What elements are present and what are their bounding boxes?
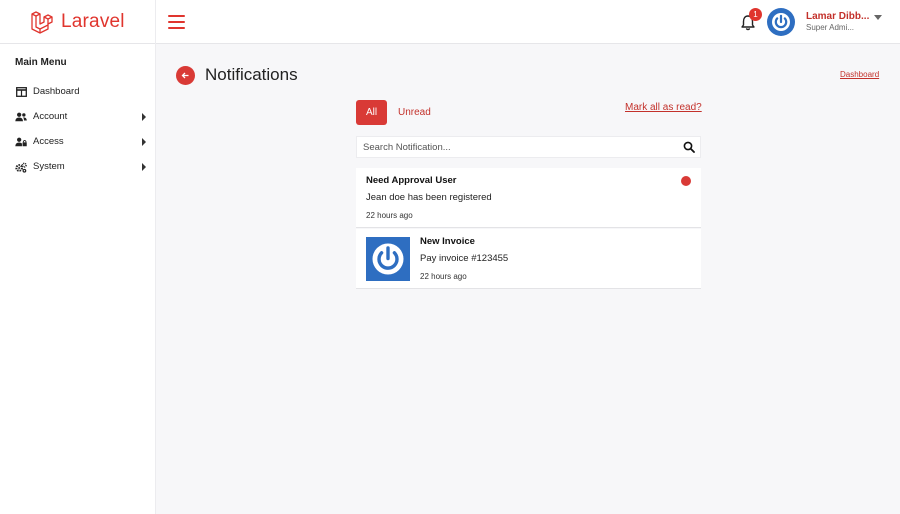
users-icon bbox=[15, 111, 27, 123]
tab-unread[interactable]: Unread bbox=[398, 107, 431, 118]
unread-dot-icon bbox=[681, 176, 691, 186]
power-icon bbox=[772, 13, 790, 31]
notification-title: New Invoice bbox=[420, 236, 475, 247]
cogs-icon bbox=[15, 161, 27, 173]
user-name[interactable]: Lamar Dibb... bbox=[806, 11, 874, 22]
top-navbar: Laravel 1 Lamar Dibb... Super Admi... bbox=[0, 0, 900, 44]
sidebar-item-dashboard[interactable]: Dashboard bbox=[0, 81, 156, 103]
notification-item[interactable]: Need Approval User Jean doe has been reg… bbox=[356, 168, 701, 228]
sidebar-toggle-icon[interactable] bbox=[168, 15, 185, 29]
sidebar-item-label: System bbox=[33, 161, 65, 172]
sidebar-item-account[interactable]: Account bbox=[0, 106, 156, 128]
notification-time: 22 hours ago bbox=[366, 211, 413, 220]
sidebar-item-label: Access bbox=[33, 136, 64, 147]
sidebar-title: Main Menu bbox=[15, 57, 67, 68]
back-button[interactable] bbox=[176, 66, 195, 85]
caret-right-icon bbox=[142, 113, 146, 121]
user-menu-caret-icon[interactable] bbox=[874, 15, 882, 20]
notification-count-badge: 1 bbox=[749, 8, 762, 21]
sidebar-item-label: Dashboard bbox=[33, 86, 80, 97]
columns-icon bbox=[15, 86, 27, 98]
mark-all-read-link[interactable]: Mark all as read? bbox=[625, 102, 702, 113]
sidebar-item-access[interactable]: Access bbox=[0, 131, 156, 153]
search-icon[interactable] bbox=[683, 141, 695, 153]
brand[interactable]: Laravel bbox=[0, 0, 156, 44]
laravel-logo-icon bbox=[31, 11, 53, 34]
search-box bbox=[356, 136, 701, 158]
breadcrumb-dashboard-link[interactable]: Dashboard bbox=[840, 70, 879, 79]
caret-right-icon bbox=[142, 163, 146, 171]
sidebar: Main Menu Dashboard Account Access Syste… bbox=[0, 44, 156, 514]
notification-item[interactable]: New Invoice Pay invoice #123455 22 hours… bbox=[356, 229, 701, 289]
tab-all[interactable]: All bbox=[356, 100, 387, 125]
notification-body: Jean doe has been registered bbox=[366, 192, 492, 203]
notification-title: Need Approval User bbox=[366, 175, 457, 186]
notification-time: 22 hours ago bbox=[420, 272, 467, 281]
avatar[interactable] bbox=[767, 8, 795, 36]
brand-name: Laravel bbox=[61, 11, 125, 32]
sidebar-item-system[interactable]: System bbox=[0, 156, 156, 178]
notification-thumbnail bbox=[366, 237, 410, 281]
notification-body: Pay invoice #123455 bbox=[420, 253, 509, 264]
page-title: Notifications bbox=[205, 65, 298, 84]
power-icon bbox=[372, 243, 404, 275]
search-input[interactable] bbox=[363, 139, 663, 155]
user-role: Super Admi... bbox=[806, 23, 855, 32]
user-lock-icon bbox=[15, 136, 27, 148]
caret-right-icon bbox=[142, 138, 146, 146]
sidebar-item-label: Account bbox=[33, 111, 68, 122]
arrow-left-icon bbox=[181, 72, 189, 79]
